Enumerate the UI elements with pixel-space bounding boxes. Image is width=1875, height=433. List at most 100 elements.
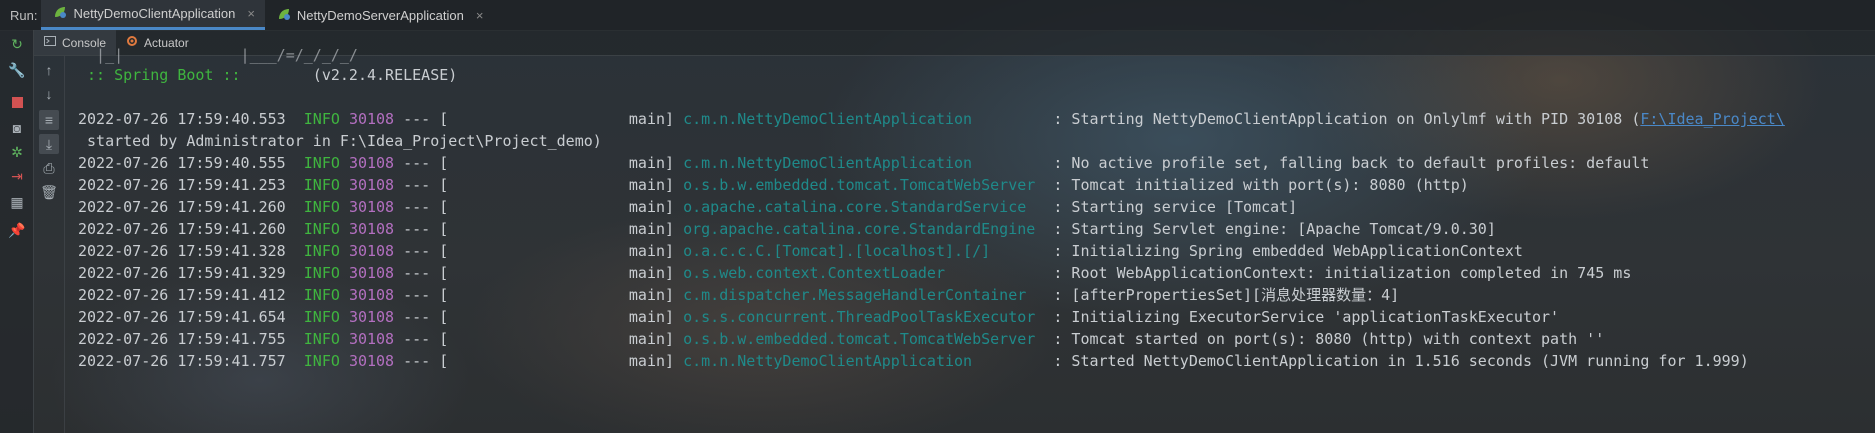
layout-icon[interactable]: ▦ [7,192,27,212]
log-separator: --- [ [403,330,449,348]
log-thread: main] [628,176,675,194]
tab-label: NettyDemoServerApplication [296,7,464,23]
log-pid: 30108 [348,154,395,172]
log-line: 2022-07-26 17:59:41.654 INFO 30108 --- [… [78,306,1559,328]
log-message: : No active profile set, falling back to… [1053,154,1650,172]
log-separator: --- [ [403,110,449,128]
log-thread: main] [628,264,675,282]
camera-icon[interactable]: ◙ [7,118,27,138]
log-level: INFO [303,286,340,304]
banner-line: |_| |___/=/_/_/_/ [78,46,358,64]
log-line: 2022-07-26 17:59:41.253 INFO 30108 --- [… [78,174,1469,196]
tab-label: NettyDemoClientApplication [73,6,236,21]
log-pid: 30108 [348,264,395,282]
spring-leaf-icon [53,5,67,22]
log-timestamp: 2022-07-26 17:59:41.328 [78,242,286,260]
log-message: : Root WebApplicationContext: initializa… [1053,264,1632,282]
log-line: 2022-07-26 17:59:41.260 INFO 30108 --- [… [78,196,1297,218]
rerun-icon[interactable]: ↻ [7,34,27,54]
tab-netty-demo-server[interactable]: NettyDemoServerApplication × [265,0,494,30]
log-pid: 30108 [348,198,395,216]
exit-icon[interactable]: ⇥ [7,166,27,186]
log-thread: main] [628,242,675,260]
stop-icon[interactable] [7,92,27,112]
log-pid: 30108 [348,220,395,238]
scroll-to-end-icon[interactable]: ⤓ [39,134,59,154]
log-line: 2022-07-26 17:59:41.328 INFO 30108 --- [… [78,240,1523,262]
log-level: INFO [303,220,340,238]
log-thread: main] [628,198,675,216]
log-logger: o.apache.catalina.core.StandardService [683,198,1027,216]
log-timestamp: 2022-07-26 17:59:41.757 [78,352,286,370]
log-logger: org.apache.catalina.core.StandardEngine [683,220,1036,238]
log-level: INFO [303,242,340,260]
pin-icon[interactable]: 📌 [7,220,27,240]
log-message: : Initializing Spring embedded WebApplic… [1053,242,1523,260]
log-level: INFO [303,176,340,194]
arrow-down-icon[interactable]: ↓ [39,84,59,104]
log-timestamp: 2022-07-26 17:59:41.412 [78,286,286,304]
log-pid: 30108 [348,110,395,128]
tab-netty-demo-client[interactable]: NettyDemoClientApplication × [41,0,265,30]
log-thread: main] [628,286,675,304]
print-icon[interactable]: ⎙ [39,158,59,178]
log-line: 2022-07-26 17:59:40.553 INFO 30108 --- [… [78,108,1785,130]
close-icon[interactable]: × [247,6,255,21]
log-message: : Starting Servlet engine: [Apache Tomca… [1053,220,1496,238]
soft-wrap-icon[interactable]: ≡ [39,110,59,130]
log-level: INFO [303,352,340,370]
log-message: : Tomcat initialized with port(s): 8080 … [1053,176,1469,194]
console-output[interactable]: |_| |___/=/_/_/_/ :: Spring Boot :: (v2.… [66,46,1875,433]
arrow-up-icon[interactable]: ↑ [39,60,59,80]
settings-wrench-icon[interactable]: 🔧 [7,60,27,80]
log-level: INFO [303,330,340,348]
log-thread: main] [628,154,675,172]
log-thread: main] [628,330,675,348]
log-separator: --- [ [403,176,449,194]
spring-leaf-icon [277,7,291,24]
log-logger: c.m.n.NettyDemoClientApplication [683,154,973,172]
trash-icon[interactable]: 🗑 [39,182,59,202]
log-timestamp: 2022-07-26 17:59:40.555 [78,154,286,172]
log-line: 2022-07-26 17:59:41.755 INFO 30108 --- [… [78,328,1604,350]
log-logger: o.s.s.concurrent.ThreadPoolTaskExecutor [683,308,1036,326]
log-continuation-line: started by Administrator in F:\Idea_Proj… [78,132,602,150]
log-logger: o.s.web.context.ContextLoader [683,264,945,282]
log-thread: main] [628,220,675,238]
log-timestamp: 2022-07-26 17:59:40.553 [78,110,286,128]
file-path-link[interactable]: F:\Idea_Project\ [1640,110,1785,128]
debug-icon[interactable]: ✲ [7,142,27,162]
log-logger: c.m.n.NettyDemoClientApplication [683,110,973,128]
close-icon[interactable]: × [476,8,484,23]
run-label: Run: [10,7,38,23]
